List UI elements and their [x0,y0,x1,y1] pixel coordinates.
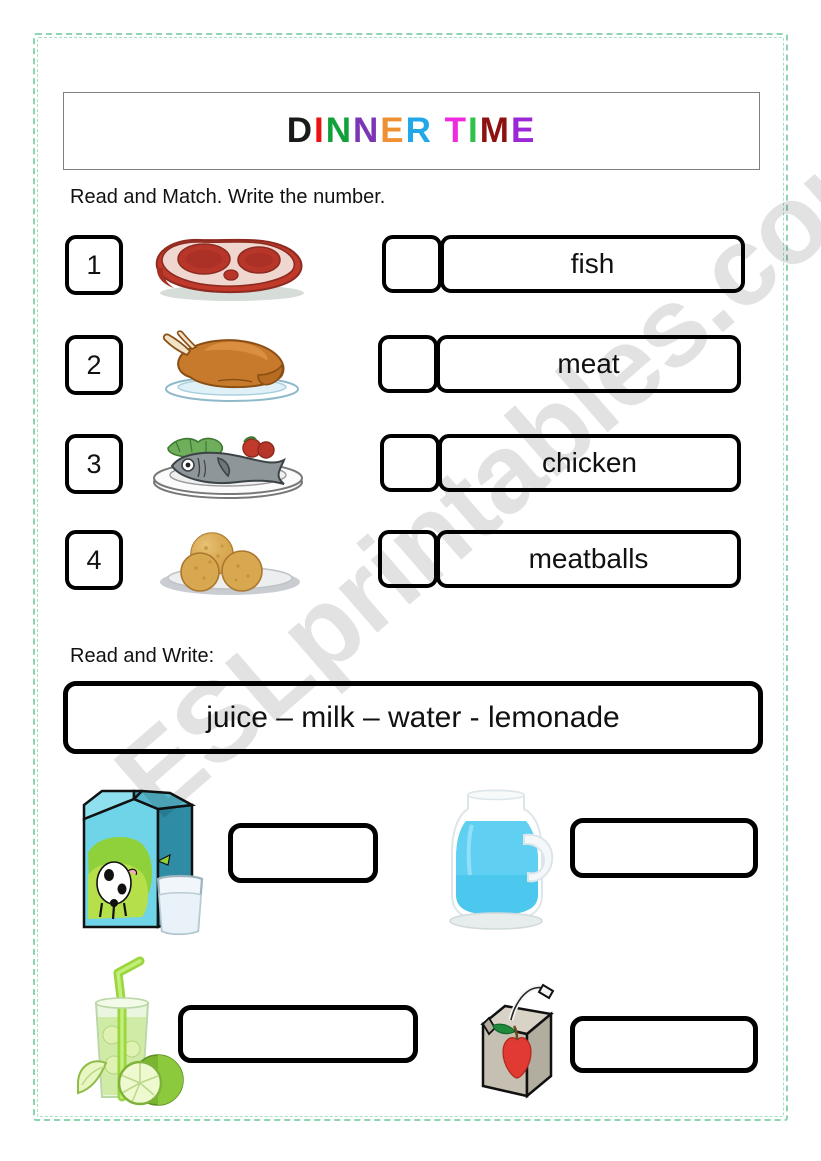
title-letter-5: R [405,111,433,150]
match-row: 2 meat [60,330,765,403]
word-label: meatballs [528,543,649,574]
answer-box-fish[interactable] [382,235,442,293]
title-letter-7: T [444,111,469,150]
number-box-2: 2 [65,335,123,395]
title-letter-9: M [479,111,511,150]
title-letter-1: I [313,111,326,150]
word-box-chicken: chicken [438,434,741,492]
page-title: DINNER TIME [287,111,537,151]
match-row: 1 fish [60,235,765,303]
word-label: fish [570,248,615,279]
instruction-read-and-write: Read and Write: [70,645,215,667]
number-box-1: 1 [65,235,123,295]
number-box-4: 4 [65,530,123,590]
answer-box-meatballs[interactable] [378,530,438,588]
lemonade-glass-image [48,955,198,1115]
match-row: 3 chicken [60,434,765,502]
title-letter-0: D [286,111,314,150]
milk-carton-image [62,775,227,940]
answer-box-meat[interactable] [378,335,438,393]
word-box-fish: fish [440,235,745,293]
match-row: 4 meatballs [60,530,765,598]
fish-plate-image [132,430,317,502]
answer-box-juice[interactable] [570,1016,758,1073]
word-label: chicken [542,447,637,478]
title-letter-4: E [380,111,406,150]
word-box-meat: meat [436,335,741,393]
answer-box-lemonade[interactable] [178,1005,418,1063]
roast-chicken-image [132,330,317,403]
matching-section: 1 fish 2 meat 3 chicken 4 meatballs [60,235,765,615]
word-bank-box: juice – milk – water - lemonade [63,681,763,754]
steak-image [132,231,317,303]
title-letter-6 [433,111,445,150]
instruction-read-and-match: Read and Match. Write the number. [70,186,386,208]
answer-box-milk[interactable] [228,823,378,883]
title-letter-3: N [353,111,381,150]
word-box-meatballs: meatballs [436,530,741,588]
word-label: meat [557,348,620,379]
water-pitcher-image [432,775,572,935]
answer-box-water[interactable] [570,818,758,878]
juice-box-image [455,968,575,1103]
word-bank-text: juice – milk – water - lemonade [206,700,620,734]
title-letter-10: E [510,111,537,150]
title-letter-8: I [468,111,480,150]
title-letter-2: N [325,111,353,150]
number-box-3: 3 [65,434,123,494]
answer-box-chicken[interactable] [380,434,440,492]
meatballs-image [138,526,323,598]
title-box: DINNER TIME [63,92,760,170]
